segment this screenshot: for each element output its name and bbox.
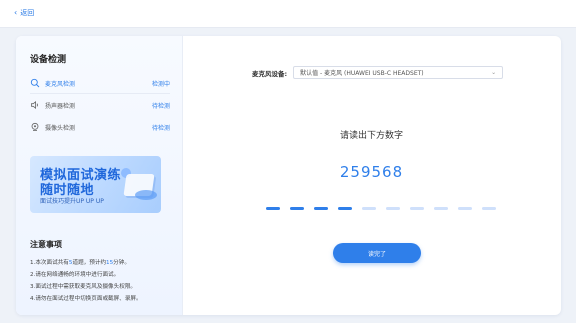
- main-card: 设备检测 麦克风检测 检测中 扬声器检测 待检测 摄像头检测 待检测 模拟面试演…: [16, 36, 561, 315]
- check-item-label: 摄像头检测: [45, 124, 76, 132]
- right-panel: 麦克风设备: 默认值 - 麦克风 (HUAWEI USB-C HEADSET) …: [182, 36, 561, 315]
- microphone-device-label: 麦克风设备:: [252, 69, 288, 78]
- progress-indicator: [266, 207, 506, 211]
- banner-subtitle: 面试技巧提升UP UP UP: [40, 198, 104, 205]
- note-line-4: 4.请勿在面试过程中切换页面或截屏、录屏。: [30, 296, 142, 302]
- top-bar: ‹ 返回: [0, 0, 576, 28]
- progress-dot: [386, 207, 400, 210]
- progress-dot: [410, 207, 424, 210]
- progress-dot: [362, 207, 376, 210]
- note-line-1: 1.本次面试共有5道题，预计约15分钟。: [30, 260, 130, 266]
- progress-dot: [482, 207, 496, 210]
- check-item-label: 扬声器检测: [45, 102, 76, 110]
- progress-dot: [458, 207, 472, 210]
- back-label: 返回: [20, 9, 35, 17]
- speaker-icon: [30, 100, 40, 110]
- chevron-down-icon: ⌄: [491, 69, 497, 76]
- back-link[interactable]: ‹ 返回: [14, 8, 34, 18]
- digits-to-read: 259568: [339, 163, 404, 181]
- progress-dot: [338, 207, 352, 210]
- microphone-search-icon: [30, 78, 40, 88]
- microphone-device-select[interactable]: 默认值 - 麦克风 (HUAWEI USB-C HEADSET) ⌄: [293, 66, 504, 79]
- note-line-3: 3.面试过程中需获取麦克风及摄像头权限。: [30, 284, 137, 290]
- check-item-label: 麦克风检测: [45, 80, 76, 88]
- microphone-device-value: 默认值 - 麦克风 (HUAWEI USB-C HEADSET): [300, 70, 424, 77]
- left-panel: 设备检测 麦克风检测 检测中 扬声器检测 待检测 摄像头检测 待检测 模拟面试演…: [16, 36, 183, 315]
- chevron-left-icon: ‹: [14, 8, 18, 17]
- progress-dot: [266, 207, 280, 210]
- done-reading-button[interactable]: 读完了: [333, 243, 421, 263]
- progress-dot: [290, 207, 304, 210]
- promo-banner[interactable]: 模拟面试演练 随时随地 面试技巧提升UP UP UP: [30, 156, 161, 213]
- progress-dot: [434, 207, 448, 210]
- note-line-2: 2.请在网络通畅的环境中进行面试。: [30, 272, 120, 278]
- check-item-speaker[interactable]: 扬声器检测 待检测: [30, 94, 170, 116]
- progress-dot: [314, 207, 328, 210]
- check-item-status: 待检测: [151, 103, 170, 110]
- notes-title: 注意事项: [30, 240, 62, 249]
- notes-section: 注意事项 1.本次面试共有5道题，预计约15分钟。 2.请在网络通畅的环境中进行…: [30, 239, 178, 305]
- microphone-device-row: 麦克风设备: 默认值 - 麦克风 (HUAWEI USB-C HEADSET) …: [252, 66, 504, 79]
- device-check-title: 设备检测: [30, 55, 67, 65]
- banner-decoration: [135, 190, 157, 200]
- camera-icon: [30, 122, 40, 132]
- check-item-microphone[interactable]: 麦克风检测 检测中: [30, 72, 170, 94]
- check-item-status: 待检测: [151, 125, 170, 132]
- check-item-camera[interactable]: 摄像头检测 待检测: [30, 116, 170, 138]
- check-list: 麦克风检测 检测中 扬声器检测 待检测 摄像头检测 待检测: [30, 72, 170, 138]
- read-prompt: 请读出下方数字: [339, 131, 403, 141]
- check-item-status: 检测中: [151, 81, 170, 88]
